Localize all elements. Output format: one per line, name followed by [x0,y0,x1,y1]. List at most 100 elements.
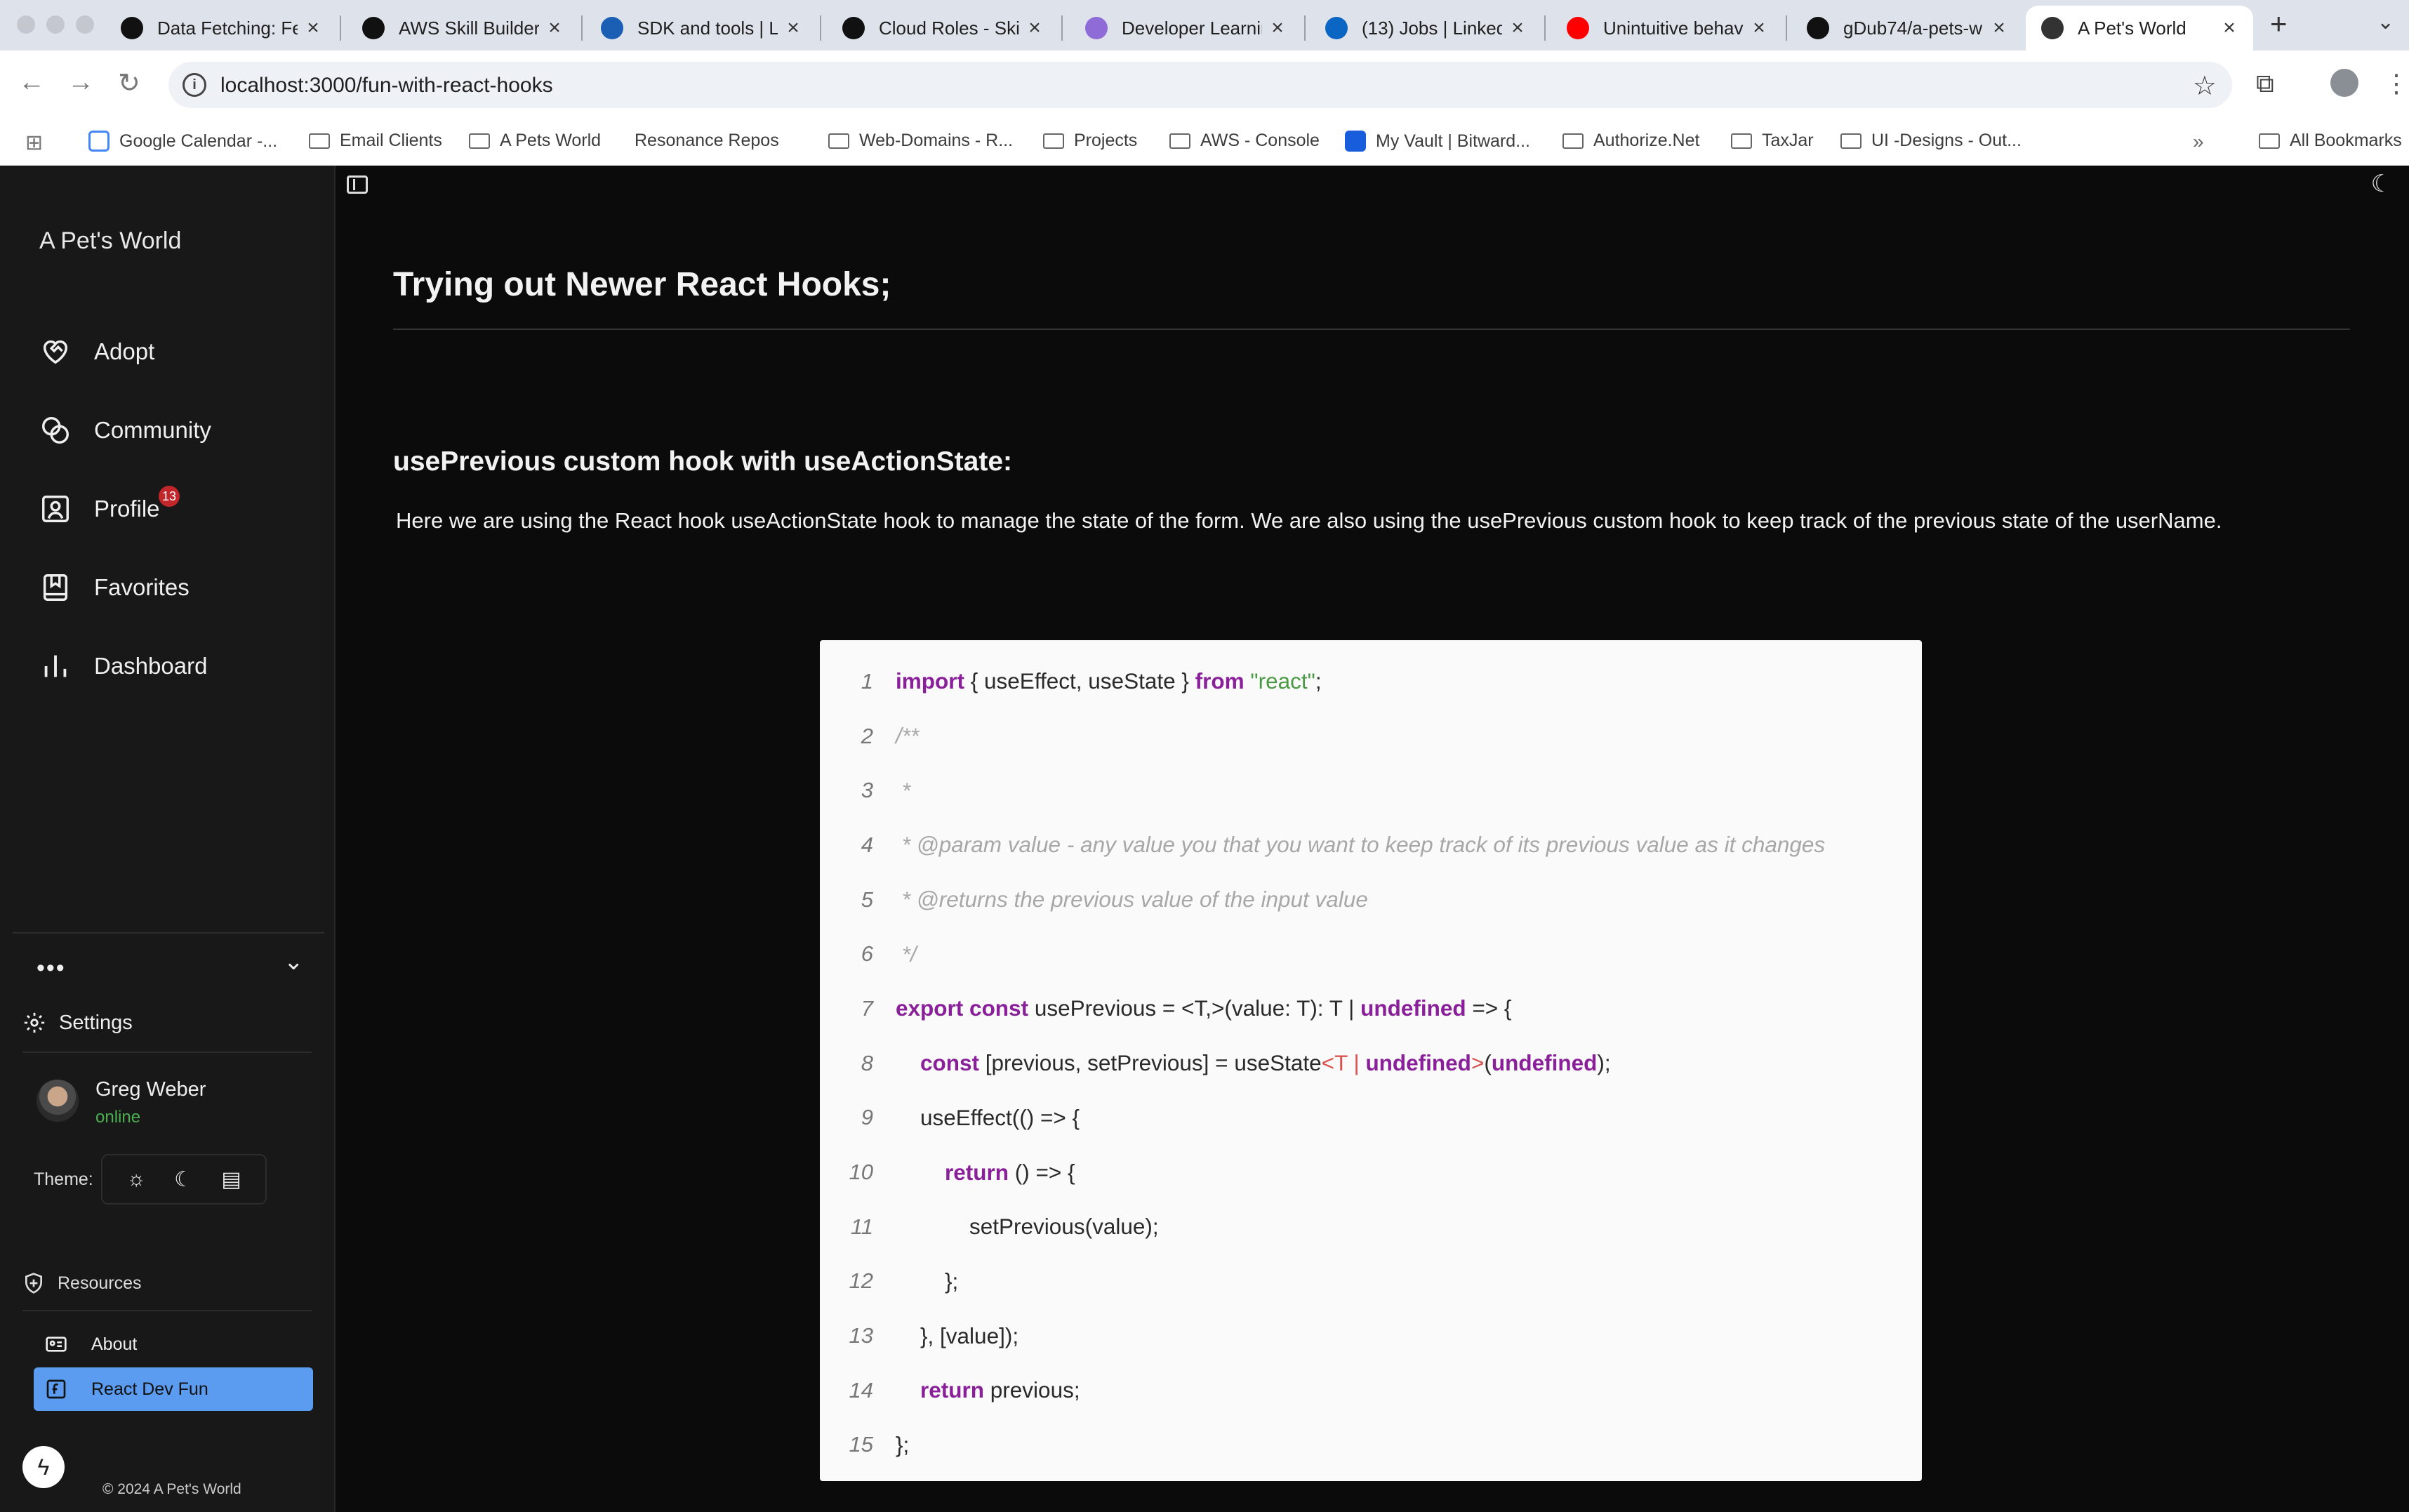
browser-tab[interactable]: (13) Jobs | Linked × [1310,6,1541,51]
code-line: 5 * @returns the previous value of the i… [820,873,1922,927]
section-title: usePrevious custom hook with useActionSt… [393,446,1012,477]
new-tab-button[interactable]: + [2270,7,2288,41]
bookmark-item[interactable]: My Vault | Bitward... [1345,131,1530,152]
next-js-icon [121,17,143,39]
code-text: }; [896,1268,959,1294]
browser-tab[interactable]: SDK and tools | Li × [585,6,817,51]
tab-search-chevron-icon[interactable]: ⌄ [2377,10,2394,34]
resources-header[interactable]: Resources [22,1272,142,1294]
bookmark-item[interactable]: AWS - Console [1169,131,1320,151]
close-icon[interactable]: × [1989,16,2009,40]
nav-item-profile[interactable]: Profile 13 [39,486,180,525]
address-bar[interactable]: i localhost:3000/fun-with-react-hooks ☆ [168,62,2232,108]
line-number: 4 [861,832,873,857]
tab-title: Unintuitive behav [1603,17,1744,39]
window-zoom-button[interactable] [76,15,94,34]
sidebar-toggle-icon[interactable] [347,175,368,194]
tab-title: (13) Jobs | Linked [1362,17,1502,39]
avatar[interactable] [36,1080,79,1122]
close-icon[interactable]: × [1268,16,1287,40]
more-bookmarks-chevron-icon[interactable]: » [2193,131,2204,153]
bookmark-item[interactable]: Projects [1043,131,1137,151]
system-theme-icon[interactable]: ▤ [221,1167,241,1192]
tab-title: Data Fetching: Fe [157,17,298,39]
browser-tab[interactable]: Cloud Roles - Skil × [827,6,1058,51]
notification-badge: 13 [159,486,180,507]
code-text: setPrevious(value); [896,1214,1159,1240]
bookmark-item[interactable]: A Pets World [469,131,601,151]
close-icon[interactable]: × [1025,16,1044,40]
code-line: 15}; [820,1418,1922,1473]
bookmark-item[interactable]: Resonance Repos [635,131,779,151]
bookmark-star-icon[interactable]: ☆ [2193,70,2217,102]
apps-grid-icon[interactable]: ⊞ [25,131,43,155]
browser-profile-avatar[interactable] [2330,69,2358,97]
code-line: 1 import { useEffect, useState } from "re… [820,654,1922,709]
extensions-puzzle-icon[interactable]: ⧉ [2256,69,2274,99]
browser-tab[interactable]: Unintuitive behav × [1551,6,1783,51]
all-bookmarks-folder[interactable]: All Bookmarks [2259,131,2402,151]
site-info-icon[interactable]: i [182,73,206,97]
function-icon [46,1379,66,1399]
close-icon[interactable]: × [1508,16,1527,40]
bookmark-item[interactable]: Google Calendar -... [88,131,277,152]
all-bookmarks-label: All Bookmarks [2290,131,2402,150]
nav-item-community[interactable]: Community [39,414,211,446]
bolt-icon[interactable]: ϟ [22,1446,65,1488]
user-status: online [95,1108,141,1127]
bookmark-item[interactable]: UI -Designs - Out... [1840,131,2022,151]
line-number: 3 [861,778,873,803]
sidebar-item-react-dev-fun[interactable]: React Dev Fun [34,1367,313,1411]
back-button[interactable]: ← [18,67,45,98]
moon-icon[interactable]: ☾ [174,1167,193,1192]
window-minimize-button[interactable] [46,15,65,34]
forward-button[interactable]: → [67,67,94,98]
close-icon[interactable]: × [545,16,564,40]
close-icon[interactable]: × [303,16,323,40]
browser-tab[interactable]: AWS Skill Builder × [347,6,578,51]
url-text[interactable]: localhost:3000/fun-with-react-hooks [220,74,553,98]
sidebar-item-label: React Dev Fun [91,1379,208,1399]
sun-icon[interactable]: ☼ [126,1167,146,1191]
nav-item-adopt[interactable]: Adopt [39,336,154,368]
close-icon[interactable]: × [783,16,803,40]
code-text: * [896,777,911,803]
sidebar-item-label: About [91,1334,138,1354]
browser-toolbar: ← → ↻ i localhost:3000/fun-with-react-ho… [0,51,2409,121]
developer-learning-icon [1085,17,1108,39]
sidebar-item-about[interactable]: About [34,1322,313,1366]
resources-label: Resources [58,1273,142,1293]
browser-tab[interactable]: gDub74/a-pets-w × [1791,6,2023,51]
browser-menu-icon[interactable]: ⋮ [2384,69,2409,98]
close-icon[interactable]: × [2219,16,2239,40]
code-text: import { useEffect, useState } from "rea… [896,668,1322,694]
bookmark-item[interactable]: Authorize.Net [1562,131,1699,151]
browser-tab[interactable]: A Pet's World × [2026,6,2253,51]
reload-button[interactable]: ↻ [118,67,140,99]
settings-link[interactable]: Settings [22,1011,133,1035]
browser-tab[interactable]: Data Fetching: Fe × [105,6,337,51]
line-number: 14 [849,1377,873,1402]
chevron-down-icon[interactable]: ⌄ [284,948,304,976]
bookmark-item[interactable]: Email Clients [309,131,442,151]
line-number: 1 [861,668,873,694]
code-block: 1 import { useEffect, useState } from "re… [820,640,1922,1481]
dark-mode-toggle-icon[interactable]: ☾ [2371,170,2392,198]
more-options-icon[interactable]: ••• [36,955,66,982]
close-icon[interactable]: × [1749,16,1769,40]
book-icon [43,574,68,601]
line-number: 13 [849,1323,873,1348]
bookmark-item[interactable]: TaxJar [1731,131,1814,151]
line-number: 2 [861,723,873,748]
nav-item-dashboard[interactable]: Dashboard [39,650,207,682]
bookmark-label: Authorize.Net [1593,131,1700,150]
bookmark-item[interactable]: Web-Domains - R... [828,131,1013,151]
browser-tab[interactable]: Developer Learnin × [1070,6,1301,51]
window-close-button[interactable] [17,15,35,34]
nav-item-favorites[interactable]: Favorites [39,571,190,604]
tab-separator [1061,15,1063,41]
code-line: 9 useEffect(() => { [820,1091,1922,1146]
code-line: 7 export const usePrevious = <T,>(value: … [820,981,1922,1036]
brand-title[interactable]: A Pet's World [39,227,181,255]
line-number: 15 [849,1432,873,1457]
